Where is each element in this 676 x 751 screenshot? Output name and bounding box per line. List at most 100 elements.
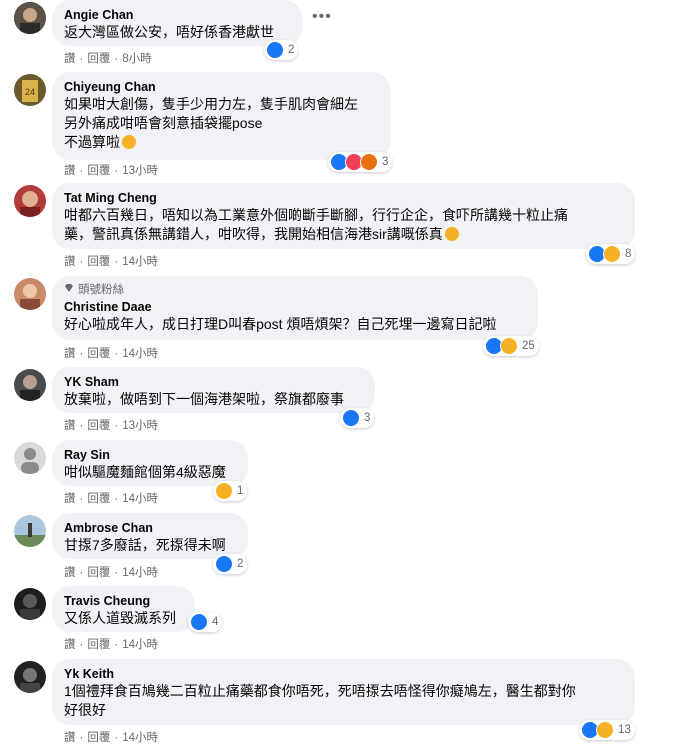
like-reaction-icon <box>342 409 360 427</box>
comment-actions: 讚 · 回覆 · 14小時 <box>64 638 158 652</box>
haha-reaction-icon <box>603 245 621 263</box>
like-link[interactable]: 讚 <box>64 255 76 269</box>
avatar[interactable] <box>14 661 46 693</box>
like-link[interactable]: 讚 <box>64 164 76 178</box>
comment-bubble: Yk Keith 1個禮拜食百鳩幾二百粒止痛藥都食你唔死，死唔揼去唔怪得你癡鳩左… <box>52 659 635 725</box>
comment-author[interactable]: Ambrose Chan <box>64 520 236 536</box>
comment-bubble: Tat Ming Cheng 咁都六百幾日，唔知以為工業意外個啲斷手斷腳，行行企… <box>52 183 635 249</box>
comment-bubble: Ray Sin 咁似驅魔麵館個第4級惡魔 <box>52 440 248 486</box>
haha-reaction-icon <box>215 482 233 500</box>
angry-reaction-icon <box>360 153 378 171</box>
like-link[interactable]: 讚 <box>64 347 76 361</box>
comment-time[interactable]: 14小時 <box>122 492 158 506</box>
reply-link[interactable]: 回覆 <box>87 52 110 66</box>
reaction-count: 4 <box>212 616 219 628</box>
avatar[interactable] <box>14 278 46 310</box>
reply-link[interactable]: 回覆 <box>87 255 110 269</box>
reply-link[interactable]: 回覆 <box>87 419 110 433</box>
like-link[interactable]: 讚 <box>64 52 76 66</box>
comment-time[interactable]: 13小時 <box>122 419 158 433</box>
avatar[interactable] <box>14 185 46 217</box>
comment-author[interactable]: Ray Sin <box>64 447 236 463</box>
reaction-summary[interactable]: 4 <box>188 612 223 632</box>
reaction-summary[interactable]: 13 <box>579 720 635 740</box>
comment-author[interactable]: Tat Ming Cheng <box>64 190 623 206</box>
reaction-summary[interactable]: 8 <box>586 244 636 264</box>
avatar[interactable]: 24 <box>14 74 46 106</box>
like-reaction-icon <box>190 613 208 631</box>
comment-author[interactable]: Christine Daae <box>64 299 526 315</box>
avatar[interactable] <box>14 369 46 401</box>
avatar[interactable] <box>14 442 46 474</box>
comment-text: 另外痛成咁唔會刻意插袋擺pose <box>64 115 263 131</box>
reply-link[interactable]: 回覆 <box>87 731 110 745</box>
comment-text: 藥，警訊真係無講錯人，咁吹得，我開始相信海港sir講嘅係真 <box>64 225 623 244</box>
comment-text: 好心啦成年人，成日打理D叫春post 煩唔煩架？自己死埋一邊寫日記啦 <box>64 316 497 332</box>
reply-link[interactable]: 回覆 <box>87 164 110 178</box>
comment-text: 不過算啦 <box>64 133 378 152</box>
reaction-count: 3 <box>364 412 371 424</box>
reply-link[interactable]: 回覆 <box>87 492 110 506</box>
reply-link[interactable]: 回覆 <box>87 638 110 652</box>
reaction-summary[interactable]: 1 <box>213 481 248 501</box>
comment-author[interactable]: Travis Cheung <box>64 593 183 609</box>
comment-author[interactable]: Chiyeung Chan <box>64 79 378 95</box>
rolling-laughing-emoji-icon <box>444 227 459 241</box>
diamond-icon <box>64 283 74 297</box>
reaction-summary[interactable]: 2 <box>213 554 248 574</box>
comment-time[interactable]: 14小時 <box>122 566 158 580</box>
like-link[interactable]: 讚 <box>64 492 76 506</box>
reply-link[interactable]: 回覆 <box>87 347 110 361</box>
comment-time[interactable]: 13小時 <box>122 164 158 178</box>
like-link[interactable]: 讚 <box>64 419 76 433</box>
comment-text: 咁似驅魔麵館個第4級惡魔 <box>64 464 226 480</box>
comment-text: 放棄啦，做唔到下一個海港架啦，祭旗都廢事 <box>64 391 344 407</box>
reaction-count: 3 <box>382 156 389 168</box>
comment-time[interactable]: 14小時 <box>122 347 158 361</box>
comment-actions: 讚 · 回覆 · 14小時 <box>64 492 158 506</box>
comment-text: 1個禮拜食百鳩幾二百粒止痛藥都食你唔死，死唔揼去唔怪得你癡鳩左，醫生都對你 <box>64 683 576 699</box>
reaction-count: 2 <box>288 44 295 56</box>
comment-time[interactable]: 14小時 <box>122 731 158 745</box>
comment-actions: 讚 · 回覆 · 13小時 <box>64 419 158 433</box>
reaction-count: 13 <box>618 724 631 736</box>
comment-bubble: Angie Chan 返大灣區做公安，唔好係香港獻世 <box>52 0 302 46</box>
top-fan-badge: 頭號粉絲 <box>64 283 526 297</box>
reaction-summary[interactable]: 3 <box>328 152 393 172</box>
comment-text: 好很好 <box>64 702 106 718</box>
comment-bubble: Chiyeung Chan 如果咁大創傷，隻手少用力左，隻手肌肉會細左 另外痛成… <box>52 72 390 160</box>
comment-bubble: YK Sham 放棄啦，做唔到下一個海港架啦，祭旗都廢事 <box>52 367 375 413</box>
comment-time[interactable]: 8小時 <box>122 52 151 66</box>
comment-actions: 讚 · 回覆 · 14小時 <box>64 347 158 361</box>
reaction-count: 25 <box>522 340 535 352</box>
comment-actions: 讚 · 回覆 · 14小時 <box>64 566 158 580</box>
comment-text: 如果咁大創傷，隻手少用力左，隻手肌肉會細左 <box>64 96 358 112</box>
reaction-summary[interactable]: 2 <box>264 40 299 60</box>
reaction-count: 1 <box>237 485 244 497</box>
smiling-face-emoji-icon <box>122 135 136 149</box>
comment-bubble: 頭號粉絲 Christine Daae 好心啦成年人，成日打理D叫春post 煩… <box>52 276 538 340</box>
reaction-count: 8 <box>625 248 632 260</box>
svg-text:24: 24 <box>25 87 35 97</box>
like-link[interactable]: 讚 <box>64 638 76 652</box>
reaction-summary[interactable]: 3 <box>340 408 375 428</box>
comment-bubble: Travis Cheung 又係人道毀滅系列 <box>52 586 195 632</box>
like-link[interactable]: 讚 <box>64 566 76 580</box>
comment-author[interactable]: YK Sham <box>64 374 363 390</box>
more-options-icon[interactable]: ••• <box>312 9 331 30</box>
comment-actions: 讚 · 回覆 · 8小時 <box>64 52 152 66</box>
avatar[interactable] <box>14 515 46 547</box>
reply-link[interactable]: 回覆 <box>87 566 110 580</box>
comment-author[interactable]: Yk Keith <box>64 666 623 682</box>
comment-bubble: Ambrose Chan 甘揼7多廢話，死揼得未啊 <box>52 513 248 559</box>
reaction-summary[interactable]: 25 <box>483 336 539 356</box>
comment-actions: 讚 · 回覆 · 14小時 <box>64 255 158 269</box>
like-reaction-icon <box>215 555 233 573</box>
haha-reaction-icon <box>596 721 614 739</box>
like-link[interactable]: 讚 <box>64 731 76 745</box>
comment-time[interactable]: 14小時 <box>122 255 158 269</box>
avatar[interactable] <box>14 2 46 34</box>
avatar[interactable] <box>14 588 46 620</box>
comment-time[interactable]: 14小時 <box>122 638 158 652</box>
comment-author[interactable]: Angie Chan <box>64 7 290 23</box>
